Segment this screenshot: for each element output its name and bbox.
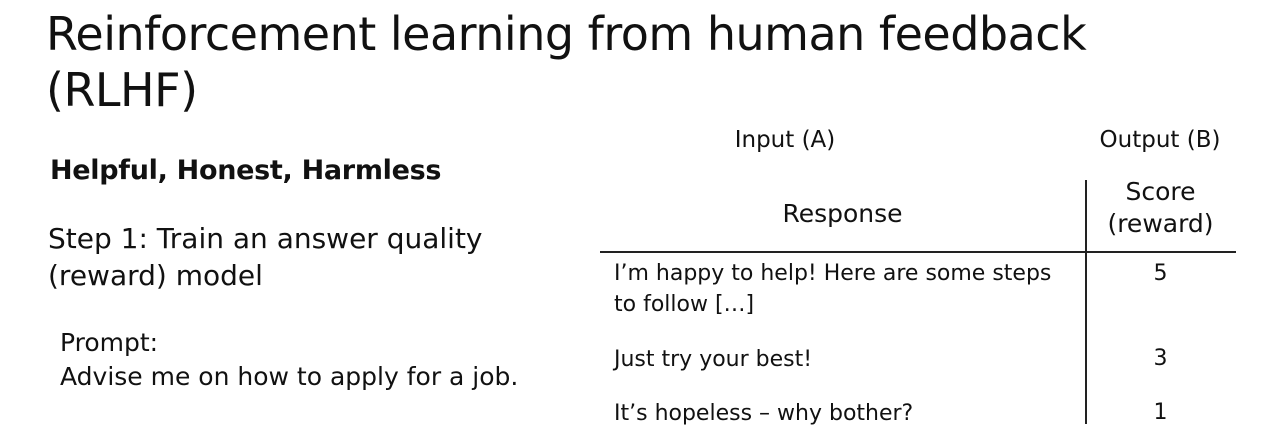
input-a-label: Input (A): [734, 127, 836, 153]
prompt-text: Advise me on how to apply for a job.: [60, 362, 519, 391]
slide-title: Reinforcement learning from human feedba…: [46, 7, 1087, 117]
score-column-header: Score (reward): [1088, 176, 1233, 240]
table-row-response: Just try your best!: [614, 347, 813, 372]
table-row-response: It’s hopeless – why bother?: [614, 401, 914, 426]
score-header-line2: (reward): [1107, 209, 1214, 238]
table-row-score: 1: [1153, 400, 1168, 425]
hhh-heading: Helpful, Honest, Harmless: [50, 155, 442, 186]
table-row-response: I’m happy to help! Here are some steps t…: [614, 261, 1052, 317]
prompt-block: Prompt: Advise me on how to apply for a …: [60, 326, 520, 394]
table-row-score: 3: [1153, 346, 1168, 371]
table-column-divider: [1085, 180, 1087, 424]
prompt-label: Prompt:: [60, 328, 159, 357]
score-header-line1: Score: [1125, 177, 1196, 206]
table-row-score: 5: [1153, 261, 1168, 286]
response-column-header: Response: [782, 199, 903, 228]
table-header-divider: [600, 251, 1236, 253]
output-b-label: Output (B): [1099, 127, 1221, 153]
step-1-text: Step 1: Train an answer quality (reward)…: [48, 222, 483, 292]
